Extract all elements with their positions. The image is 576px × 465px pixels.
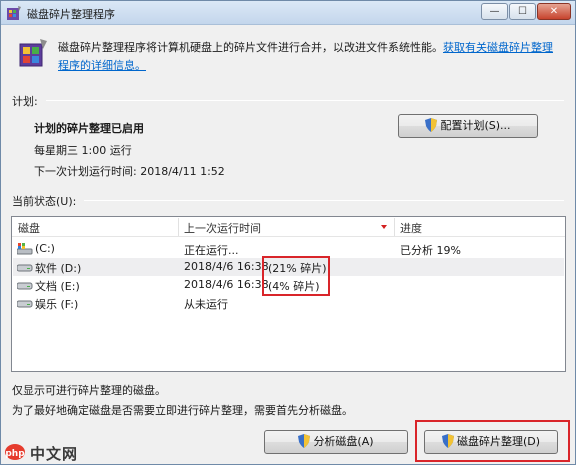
disk-last-run: 2018/4/6 16:38 [184,260,269,273]
disk-name: 文档 (E:) [35,280,80,293]
schedule-group-label: 计划: [12,95,38,108]
system-drive-icon [17,243,33,255]
intro-text: 磁盘碎片整理程序将计算机硬盘上的碎片文件进行合并，以改进文件系统性能。获取有关磁… [58,39,558,75]
disk-list-header: 磁盘 上一次运行时间 进度 [12,217,565,237]
defrag-large-icon [19,39,47,67]
svg-text:php: php [5,449,25,459]
hard-drive-icon [17,300,33,308]
configure-schedule-label: 配置计划(S)... [440,119,511,132]
watermark-text: 中文网 [30,445,79,463]
window-title: 磁盘碎片整理程序 [27,8,115,21]
schedule-divider [46,100,564,101]
defrag-app-icon [7,6,21,20]
defrag-window: 磁盘碎片整理程序 — ☐ ✕ 磁盘碎片整理程序将计算机硬盘上的碎片文件进行合并，… [0,0,576,465]
uac-shield-icon [425,118,438,132]
minimize-button[interactable]: — [481,3,508,20]
column-last-run[interactable]: 上一次运行时间 [184,220,261,236]
uac-shield-icon [298,434,311,448]
disk-last-run: 从未运行 [184,298,228,311]
intro-description: 磁盘碎片整理程序将计算机硬盘上的碎片文件进行合并，以改进文件系统性能。 [58,41,443,54]
column-progress[interactable]: 进度 [400,220,422,236]
disk-last-run: 2018/4/6 16:38 [184,278,269,291]
column-disk[interactable]: 磁盘 [18,220,40,236]
maximize-button[interactable]: ☐ [509,3,536,20]
hard-drive-icon [17,264,33,272]
status-group-label: 当前状态(U): [12,195,77,208]
title-bar[interactable]: 磁盘碎片整理程序 — ☐ ✕ [1,1,575,25]
fragmentation-highlight-box [262,256,330,296]
watermark: php 中文网 [4,440,94,464]
schedule-next-run: 下一次计划运行时间: 2018/4/11 1:52 [34,165,225,178]
analyze-disk-label: 分析磁盘(A) [313,435,374,448]
sort-descending-icon [381,225,387,229]
hard-drive-icon [17,282,33,290]
schedule-frequency: 每星期三 1:00 运行 [34,144,132,157]
analyze-disk-button[interactable]: 分析磁盘(A) [264,430,408,454]
window-content: 磁盘碎片整理程序将计算机硬盘上的碎片文件进行合并，以改进文件系统性能。获取有关磁… [2,26,574,464]
disk-name: 娱乐 (F:) [35,298,79,311]
disk-name: 软件 (D:) [35,262,82,275]
schedule-status: 计划的碎片整理已启用 [34,122,144,135]
disk-row-f[interactable]: 娱乐 (F:) 从未运行 [13,294,564,312]
disk-list[interactable]: 磁盘 上一次运行时间 进度 (C:) 正在运行... 已分析 19% 软件 (D… [11,216,566,372]
note-analyze-first: 为了最好地确定磁盘是否需要立即进行碎片整理，需要首先分析磁盘。 [12,404,353,417]
php-logo-icon: php [5,444,25,460]
note-defraggable-disks: 仅显示可进行碎片整理的磁盘。 [12,384,166,397]
defrag-button-highlight-box [415,420,570,462]
close-button[interactable]: ✕ [537,3,571,20]
disk-name: (C:) [35,242,55,255]
status-divider [84,200,564,201]
disk-progress: 已分析 19% [400,244,461,257]
configure-schedule-button[interactable]: 配置计划(S)... [398,114,538,138]
disk-last-run: 正在运行... [184,244,239,257]
